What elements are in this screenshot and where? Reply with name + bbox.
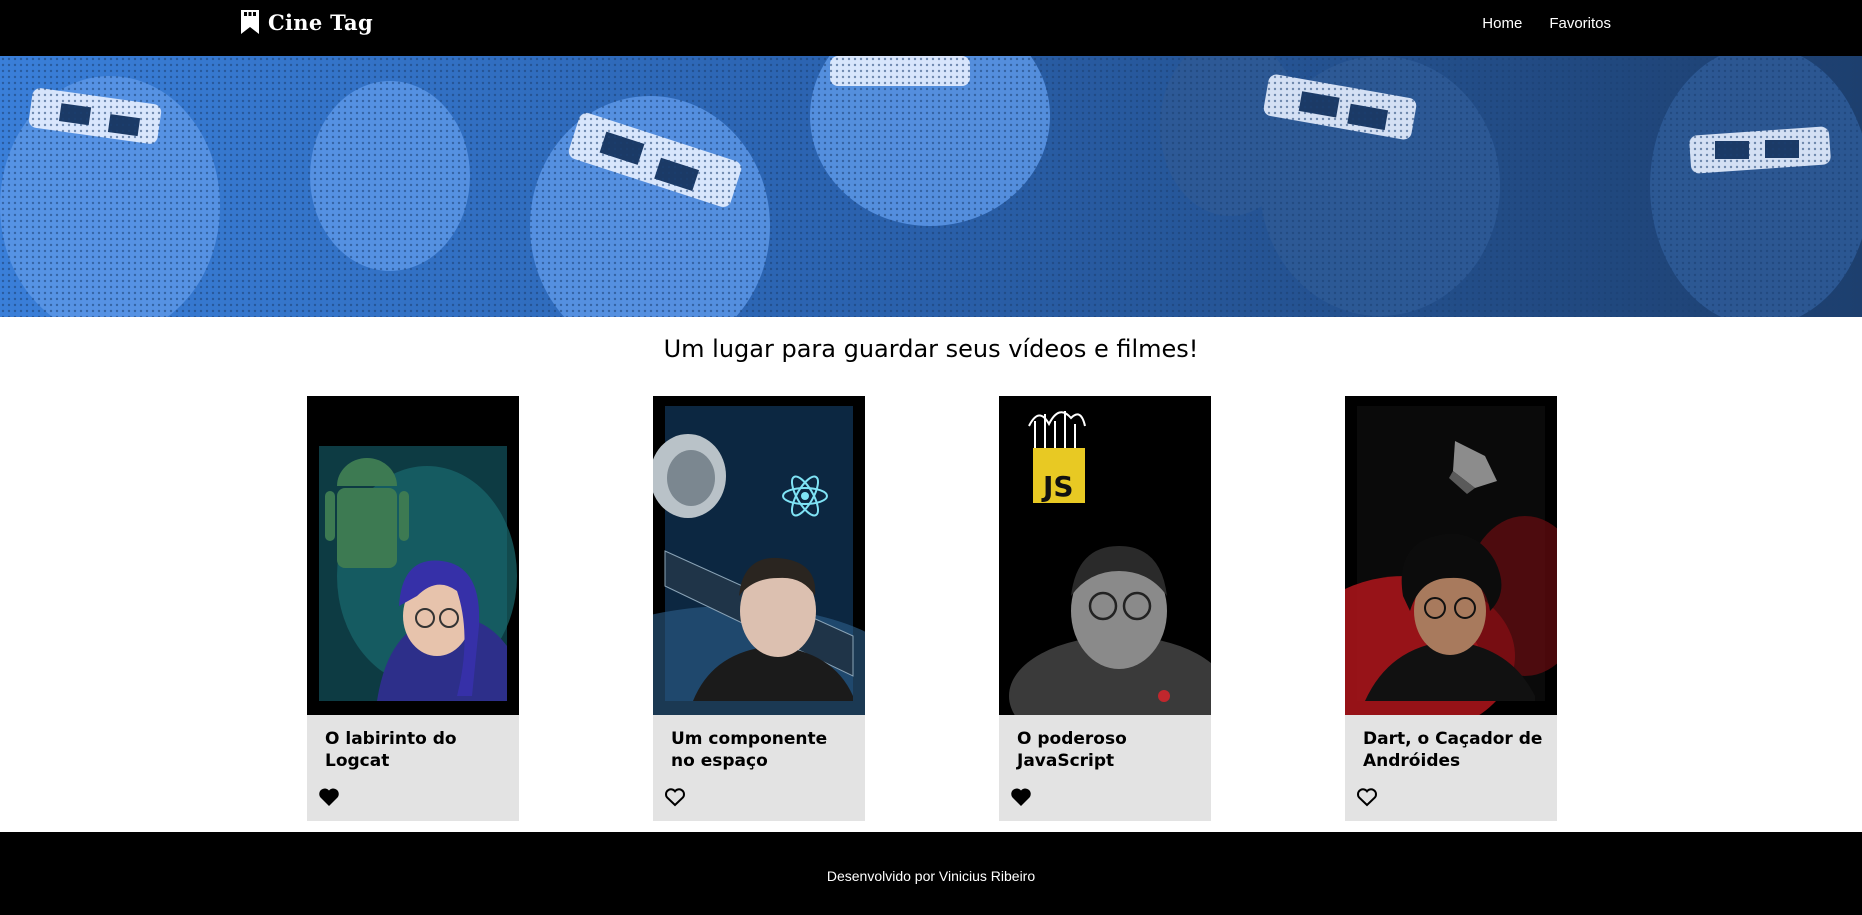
video-title: Um componente no espaço bbox=[671, 729, 828, 771]
card-info: O labirinto do Logcat bbox=[307, 715, 519, 821]
nav-home-link[interactable]: Home bbox=[1482, 15, 1522, 32]
logo-text: Cine Tag bbox=[268, 9, 373, 35]
heart-outline-icon[interactable] bbox=[1355, 785, 1379, 809]
main-nav: Home Favoritos bbox=[1482, 15, 1611, 32]
logo[interactable]: Cine Tag bbox=[240, 9, 373, 35]
banner-image bbox=[0, 56, 1862, 317]
video-card[interactable]: Um componente no espaço bbox=[653, 396, 865, 821]
card-info: O poderoso JavaScript bbox=[999, 715, 1211, 821]
video-title: O labirinto do Logcat bbox=[325, 729, 457, 771]
heart-filled-icon[interactable] bbox=[1009, 785, 1033, 809]
card-info: Um componente no espaço bbox=[653, 715, 865, 821]
heart-outline-icon[interactable] bbox=[663, 785, 687, 809]
video-thumbnail[interactable]: JS bbox=[999, 396, 1211, 715]
video-card[interactable]: Dart, o Caçador de Andróides bbox=[1345, 396, 1557, 821]
page-footer: Desenvolvido por Vinicius Ribeiro bbox=[0, 832, 1862, 915]
video-title: O poderoso JavaScript bbox=[1017, 729, 1127, 771]
heart-filled-icon[interactable] bbox=[317, 785, 341, 809]
svg-text:JS: JS bbox=[1041, 470, 1074, 503]
video-card[interactable]: O labirinto do Logcat bbox=[307, 396, 519, 821]
video-card[interactable]: JS O poderoso JavaScript bbox=[999, 396, 1211, 821]
page-subtitle: Um lugar para guardar seus vídeos e film… bbox=[663, 335, 1199, 363]
video-thumbnail[interactable] bbox=[1345, 396, 1557, 715]
nav-favorites-link[interactable]: Favoritos bbox=[1549, 15, 1611, 32]
hero-banner bbox=[0, 56, 1862, 317]
footer-credit: Desenvolvido por Vinicius Ribeiro bbox=[826, 868, 1036, 884]
video-thumbnail[interactable] bbox=[307, 396, 519, 715]
video-title: Dart, o Caçador de Andróides bbox=[1363, 729, 1543, 771]
bookmark-logo-icon bbox=[241, 10, 259, 34]
video-thumbnail[interactable] bbox=[653, 396, 865, 715]
card-info: Dart, o Caçador de Andróides bbox=[1345, 715, 1557, 821]
top-header: Cine Tag Home Favoritos bbox=[0, 0, 1862, 56]
